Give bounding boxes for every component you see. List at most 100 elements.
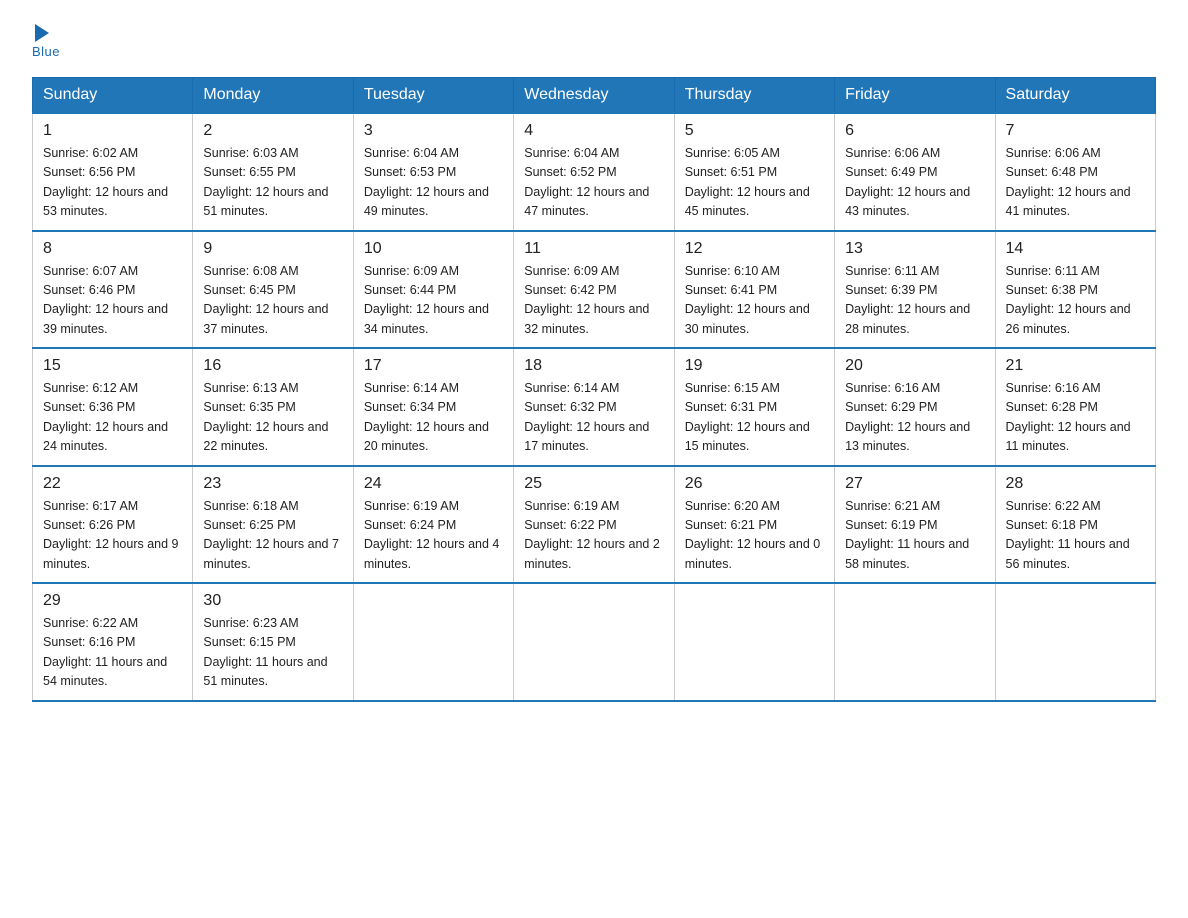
day-number: 25 <box>524 475 663 493</box>
sunset-label: Sunset: 6:52 PM <box>524 165 616 179</box>
day-info: Sunrise: 6:21 AM Sunset: 6:19 PM Dayligh… <box>845 497 984 575</box>
day-info: Sunrise: 6:16 AM Sunset: 6:29 PM Dayligh… <box>845 379 984 457</box>
calendar-cell: 24 Sunrise: 6:19 AM Sunset: 6:24 PM Dayl… <box>353 466 513 584</box>
weekday-header-saturday: Saturday <box>995 78 1155 114</box>
calendar-cell: 5 Sunrise: 6:05 AM Sunset: 6:51 PM Dayli… <box>674 113 834 231</box>
calendar-cell: 14 Sunrise: 6:11 AM Sunset: 6:38 PM Dayl… <box>995 231 1155 349</box>
calendar-cell: 25 Sunrise: 6:19 AM Sunset: 6:22 PM Dayl… <box>514 466 674 584</box>
calendar-cell: 11 Sunrise: 6:09 AM Sunset: 6:42 PM Dayl… <box>514 231 674 349</box>
day-info: Sunrise: 6:15 AM Sunset: 6:31 PM Dayligh… <box>685 379 824 457</box>
daylight-label: Daylight: 12 hours and 4 minutes. <box>364 537 500 570</box>
sunset-label: Sunset: 6:19 PM <box>845 518 937 532</box>
calendar-cell: 20 Sunrise: 6:16 AM Sunset: 6:29 PM Dayl… <box>835 348 995 466</box>
day-number: 2 <box>203 122 342 140</box>
logo: Blue <box>32 24 60 59</box>
sunset-label: Sunset: 6:22 PM <box>524 518 616 532</box>
sunset-label: Sunset: 6:36 PM <box>43 400 135 414</box>
day-info: Sunrise: 6:19 AM Sunset: 6:22 PM Dayligh… <box>524 497 663 575</box>
day-info: Sunrise: 6:07 AM Sunset: 6:46 PM Dayligh… <box>43 262 182 340</box>
sunrise-label: Sunrise: 6:16 AM <box>1006 381 1101 395</box>
daylight-label: Daylight: 12 hours and 2 minutes. <box>524 537 660 570</box>
sunrise-label: Sunrise: 6:19 AM <box>524 499 619 513</box>
sunset-label: Sunset: 6:15 PM <box>203 635 295 649</box>
day-info: Sunrise: 6:18 AM Sunset: 6:25 PM Dayligh… <box>203 497 342 575</box>
day-info: Sunrise: 6:12 AM Sunset: 6:36 PM Dayligh… <box>43 379 182 457</box>
sunrise-label: Sunrise: 6:14 AM <box>364 381 459 395</box>
sunrise-label: Sunrise: 6:20 AM <box>685 499 780 513</box>
day-number: 11 <box>524 240 663 258</box>
sunset-label: Sunset: 6:26 PM <box>43 518 135 532</box>
day-number: 15 <box>43 357 182 375</box>
calendar-cell: 28 Sunrise: 6:22 AM Sunset: 6:18 PM Dayl… <box>995 466 1155 584</box>
sunset-label: Sunset: 6:49 PM <box>845 165 937 179</box>
sunset-label: Sunset: 6:35 PM <box>203 400 295 414</box>
weekday-header-friday: Friday <box>835 78 995 114</box>
sunrise-label: Sunrise: 6:16 AM <box>845 381 940 395</box>
calendar-cell: 1 Sunrise: 6:02 AM Sunset: 6:56 PM Dayli… <box>33 113 193 231</box>
calendar-cell <box>353 583 513 701</box>
weekday-header-thursday: Thursday <box>674 78 834 114</box>
calendar-week-row: 1 Sunrise: 6:02 AM Sunset: 6:56 PM Dayli… <box>33 113 1156 231</box>
day-number: 4 <box>524 122 663 140</box>
calendar-cell: 10 Sunrise: 6:09 AM Sunset: 6:44 PM Dayl… <box>353 231 513 349</box>
calendar-cell: 21 Sunrise: 6:16 AM Sunset: 6:28 PM Dayl… <box>995 348 1155 466</box>
sunrise-label: Sunrise: 6:06 AM <box>845 146 940 160</box>
daylight-label: Daylight: 12 hours and 47 minutes. <box>524 185 649 218</box>
day-number: 19 <box>685 357 824 375</box>
sunrise-label: Sunrise: 6:04 AM <box>524 146 619 160</box>
sunset-label: Sunset: 6:18 PM <box>1006 518 1098 532</box>
sunrise-label: Sunrise: 6:19 AM <box>364 499 459 513</box>
day-number: 28 <box>1006 475 1145 493</box>
calendar-cell: 23 Sunrise: 6:18 AM Sunset: 6:25 PM Dayl… <box>193 466 353 584</box>
sunset-label: Sunset: 6:38 PM <box>1006 283 1098 297</box>
day-info: Sunrise: 6:13 AM Sunset: 6:35 PM Dayligh… <box>203 379 342 457</box>
calendar-cell: 4 Sunrise: 6:04 AM Sunset: 6:52 PM Dayli… <box>514 113 674 231</box>
daylight-label: Daylight: 12 hours and 32 minutes. <box>524 302 649 335</box>
daylight-label: Daylight: 12 hours and 53 minutes. <box>43 185 168 218</box>
weekday-header-monday: Monday <box>193 78 353 114</box>
calendar-cell: 16 Sunrise: 6:13 AM Sunset: 6:35 PM Dayl… <box>193 348 353 466</box>
sunset-label: Sunset: 6:41 PM <box>685 283 777 297</box>
daylight-label: Daylight: 12 hours and 39 minutes. <box>43 302 168 335</box>
sunset-label: Sunset: 6:51 PM <box>685 165 777 179</box>
sunrise-label: Sunrise: 6:21 AM <box>845 499 940 513</box>
daylight-label: Daylight: 12 hours and 7 minutes. <box>203 537 339 570</box>
sunrise-label: Sunrise: 6:22 AM <box>43 616 138 630</box>
daylight-label: Daylight: 11 hours and 51 minutes. <box>203 655 327 688</box>
sunset-label: Sunset: 6:55 PM <box>203 165 295 179</box>
daylight-label: Daylight: 11 hours and 56 minutes. <box>1006 537 1130 570</box>
day-info: Sunrise: 6:04 AM Sunset: 6:52 PM Dayligh… <box>524 144 663 222</box>
sunset-label: Sunset: 6:25 PM <box>203 518 295 532</box>
daylight-label: Daylight: 11 hours and 54 minutes. <box>43 655 167 688</box>
day-info: Sunrise: 6:06 AM Sunset: 6:48 PM Dayligh… <box>1006 144 1145 222</box>
day-info: Sunrise: 6:14 AM Sunset: 6:34 PM Dayligh… <box>364 379 503 457</box>
weekday-header-sunday: Sunday <box>33 78 193 114</box>
daylight-label: Daylight: 12 hours and 15 minutes. <box>685 420 810 453</box>
sunset-label: Sunset: 6:56 PM <box>43 165 135 179</box>
calendar-cell <box>995 583 1155 701</box>
day-info: Sunrise: 6:17 AM Sunset: 6:26 PM Dayligh… <box>43 497 182 575</box>
calendar-cell: 6 Sunrise: 6:06 AM Sunset: 6:49 PM Dayli… <box>835 113 995 231</box>
daylight-label: Daylight: 12 hours and 45 minutes. <box>685 185 810 218</box>
daylight-label: Daylight: 12 hours and 43 minutes. <box>845 185 970 218</box>
sunset-label: Sunset: 6:34 PM <box>364 400 456 414</box>
sunrise-label: Sunrise: 6:03 AM <box>203 146 298 160</box>
sunrise-label: Sunrise: 6:04 AM <box>364 146 459 160</box>
sunrise-label: Sunrise: 6:11 AM <box>1006 264 1100 278</box>
day-number: 22 <box>43 475 182 493</box>
calendar-cell: 17 Sunrise: 6:14 AM Sunset: 6:34 PM Dayl… <box>353 348 513 466</box>
sunset-label: Sunset: 6:45 PM <box>203 283 295 297</box>
day-info: Sunrise: 6:08 AM Sunset: 6:45 PM Dayligh… <box>203 262 342 340</box>
day-info: Sunrise: 6:23 AM Sunset: 6:15 PM Dayligh… <box>203 614 342 692</box>
day-number: 9 <box>203 240 342 258</box>
day-number: 30 <box>203 592 342 610</box>
sunrise-label: Sunrise: 6:06 AM <box>1006 146 1101 160</box>
sunset-label: Sunset: 6:29 PM <box>845 400 937 414</box>
page-header: Blue <box>32 24 1156 59</box>
calendar-cell: 3 Sunrise: 6:04 AM Sunset: 6:53 PM Dayli… <box>353 113 513 231</box>
sunrise-label: Sunrise: 6:05 AM <box>685 146 780 160</box>
day-number: 12 <box>685 240 824 258</box>
calendar-cell: 29 Sunrise: 6:22 AM Sunset: 6:16 PM Dayl… <box>33 583 193 701</box>
day-info: Sunrise: 6:09 AM Sunset: 6:44 PM Dayligh… <box>364 262 503 340</box>
calendar-table: SundayMondayTuesdayWednesdayThursdayFrid… <box>32 77 1156 702</box>
